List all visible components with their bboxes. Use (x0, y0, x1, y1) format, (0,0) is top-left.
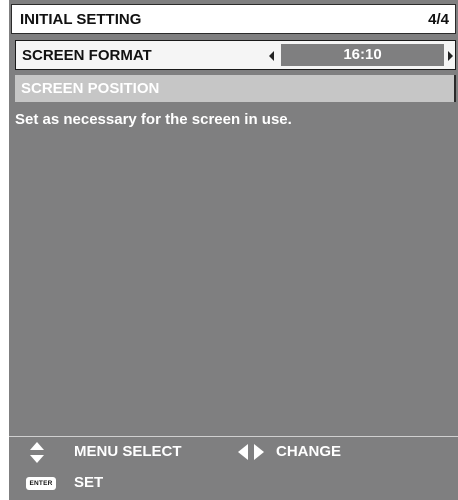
set-hint: SET (74, 474, 104, 491)
menu-item-screen-format[interactable]: SCREEN FORMAT 16:10 (15, 40, 456, 70)
help-description: Set as necessary for the screen in use. (15, 111, 292, 128)
right-arrow-icon[interactable] (448, 51, 453, 61)
up-down-arrows-icon (30, 442, 44, 463)
enter-key-icon: ENTER (26, 477, 56, 490)
footer-divider (9, 436, 458, 437)
change-hint: CHANGE (276, 443, 342, 460)
menu-select-hint: MENU SELECT (74, 443, 182, 460)
screen-format-value[interactable]: 16:10 (281, 44, 444, 66)
left-arrow-icon[interactable] (269, 51, 274, 61)
screen-position-label: SCREEN POSITION (21, 80, 160, 97)
page-indicator: 4/4 (428, 11, 449, 28)
screen-format-label: SCREEN FORMAT (22, 47, 152, 64)
menu-title: INITIAL SETTING (20, 11, 142, 28)
left-right-arrows-icon (238, 444, 264, 460)
title-bar: INITIAL SETTING 4/4 (11, 4, 456, 34)
menu-item-screen-position[interactable]: SCREEN POSITION (15, 75, 456, 102)
osd-menu-panel: INITIAL SETTING 4/4 SCREEN FORMAT 16:10 … (9, 0, 458, 500)
